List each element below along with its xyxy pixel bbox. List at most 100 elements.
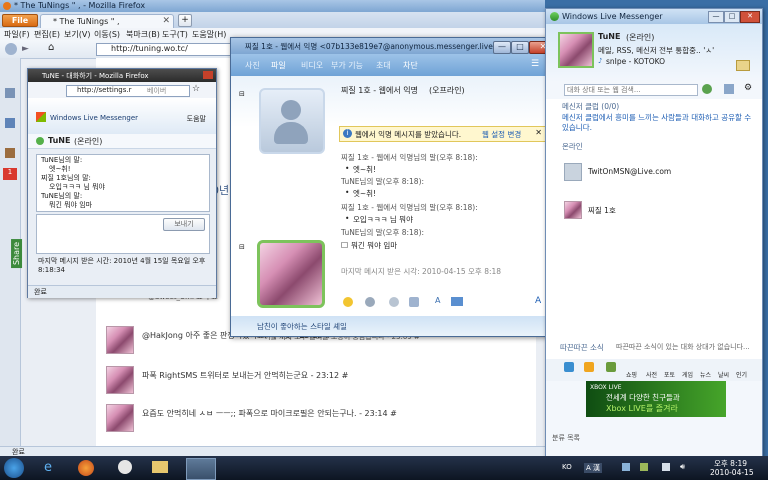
new-tab-button[interactable]: + (178, 14, 192, 27)
sidebar-icon[interactable] (5, 118, 15, 128)
menu-item[interactable]: 보기(V) (64, 29, 90, 40)
messenger-titlebar: Windows Live Messenger — □ ✕ (546, 9, 762, 24)
send-button[interactable]: 보내기 (163, 218, 205, 231)
volume-icon[interactable]: 🔊︎ (680, 462, 685, 472)
messenger-title: Windows Live Messenger (562, 12, 663, 21)
toolbar-item[interactable]: 사진 (245, 60, 260, 71)
tray-icon[interactable] (622, 463, 630, 471)
tab-close-icon[interactable]: ✕ (162, 16, 170, 26)
message-bullet: □ (341, 240, 349, 249)
dock-icon[interactable] (606, 362, 616, 372)
language-indicator[interactable]: KO (562, 463, 572, 471)
feed-avatar (106, 404, 134, 432)
popup-chat-log[interactable]: TuNE님의 말: 엣~취! 찌질 1호님의 말: 오입ㅋㅋㅋ 님 뭐야 TuN… (36, 154, 210, 212)
firefox-taskbar-icon[interactable] (78, 460, 94, 476)
popup-help[interactable]: 도움말 (187, 114, 206, 124)
popup-input[interactable]: 보내기 (36, 214, 210, 254)
font-style-icon[interactable]: A (535, 296, 541, 306)
collapse-icon[interactable]: ⊟ (239, 90, 245, 98)
music-icon: ♪ (598, 57, 603, 65)
popup-url-bar[interactable]: http://settings.r 베이버 (66, 85, 190, 97)
dock-icon[interactable] (584, 362, 594, 372)
group-desc: 메신저 클럽에서 흥미를 느끼는 사람들과 대화하고 공유할 수 있습니다. (562, 113, 752, 132)
toolbar-item[interactable]: 파일 (271, 60, 286, 71)
firefox-icon (3, 2, 11, 10)
group-label[interactable]: 메신저 클럽 (0/0) (562, 101, 619, 112)
collapse-icon[interactable]: ⊟ (239, 243, 245, 251)
messenger-taskbar-icon[interactable] (186, 458, 216, 480)
menu-item[interactable]: 파일(F) (4, 29, 30, 40)
messenger-maximize[interactable]: □ (724, 11, 740, 23)
bookmark-star-icon[interactable]: ☆ (192, 84, 200, 94)
browser-tab[interactable]: * The TuNings " , ✕ (40, 14, 174, 29)
dock-label: 게임 (682, 372, 694, 379)
mail-icon[interactable] (736, 60, 750, 71)
wlm-icon (550, 12, 559, 21)
messenger-user[interactable]: TuNE (598, 32, 620, 41)
ad-line2: Xbox LIVE를 즐겨라 (606, 404, 678, 413)
share-label[interactable]: Share (11, 238, 23, 269)
ie-icon[interactable]: e (44, 460, 52, 475)
wink-icon[interactable] (365, 297, 375, 307)
input-toolbar: A A (339, 296, 551, 310)
toolbar-item[interactable]: 비디오 (301, 60, 323, 71)
messenger-close[interactable]: ✕ (740, 11, 760, 23)
ime-indicator[interactable]: A 漢 (584, 463, 603, 473)
network-icon[interactable] (662, 463, 670, 471)
message-line: TuNE님의 말(오후 8:18): (341, 177, 425, 186)
chat-line: 뭐긴 뭐야 임마 (49, 201, 93, 209)
tray-icon[interactable] (640, 463, 648, 471)
layout-icon[interactable] (724, 84, 734, 94)
font-icon[interactable]: A (435, 296, 440, 305)
explorer-icon[interactable] (152, 461, 168, 473)
voice-clip-icon[interactable] (409, 297, 419, 307)
contact-name: 찌질 1호 (588, 206, 616, 215)
message-bullet: • (345, 214, 350, 223)
start-button[interactable] (4, 458, 24, 478)
home-icon[interactable]: ⌂ (48, 42, 54, 53)
online-label[interactable]: 온라인 (562, 141, 583, 152)
popup-url-suffix: 베이버 (147, 87, 167, 95)
contact-avatar (564, 163, 582, 181)
clock-date[interactable]: 2010-04-15 (710, 468, 754, 477)
popup-contact: TuNE (48, 136, 71, 145)
menu-item[interactable]: 도움말(H) (192, 29, 226, 40)
news-label[interactable]: 따끈따끈 소식 (560, 342, 604, 353)
footer-text: 남친이 좋아하는 스타일 셰일 (257, 322, 347, 331)
add-contact-icon[interactable] (702, 84, 712, 94)
user-silhouette-body (274, 122, 308, 144)
xbox-ad[interactable]: XBOX LIVE 전세계 다양한 친구들과 Xbox LIVE를 즐겨라 (586, 381, 726, 417)
menu-item[interactable]: 편집(E) (34, 29, 60, 40)
messenger-minimize[interactable]: — (708, 11, 724, 23)
sidebar-icon[interactable] (5, 148, 15, 158)
nudge-icon[interactable] (389, 297, 399, 307)
dock-icon[interactable] (564, 362, 574, 372)
feed-text: 요즘도 안먹히네 ㅅㅂ ㅡㅡ;; 파폭으로 마이크로필은 안되는구나. - 23… (142, 409, 397, 418)
file-menu-button[interactable]: File (2, 14, 38, 27)
user-avatar (257, 240, 325, 308)
background-icon[interactable] (451, 297, 463, 306)
contact-item[interactable]: 찌질 1호 (556, 199, 756, 221)
popup-close-icon[interactable] (203, 71, 213, 79)
messenger-avatar[interactable] (558, 32, 594, 68)
menu-item[interactable]: 이동(S) (94, 29, 120, 40)
popup-navbar: http://settings.r 베이버 ☆ (28, 82, 216, 98)
message-input[interactable] (339, 281, 549, 295)
sidebar-icon[interactable] (5, 88, 15, 98)
forward-icon[interactable]: ► (22, 44, 29, 54)
contact-item[interactable]: TwitOnMSN@Live.com (556, 161, 756, 183)
settings-icon[interactable]: ⚙ (744, 83, 752, 93)
ad-line1: 전세계 다양한 친구들과 (606, 393, 680, 402)
wlm-logo-text: Windows Live Messenger (50, 114, 139, 122)
messenger-user-msg[interactable]: 메일, RSS, 메신저 전부 통합중.. 'ㅅ' (598, 45, 714, 56)
taskbar: e KO A 漢 🔊︎ 오후 8:19 2010-04-15 (0, 456, 768, 480)
menu-item[interactable]: 도구(T) (162, 29, 188, 40)
contact-list[interactable]: 메신저 클럽 (0/0) 메신저 클럽에서 흥미를 느끼는 사람들과 대화하고 … (546, 99, 762, 359)
message-log[interactable]: 찌질 1호 - 웹에서 익명님의 말(오후 8:18): • 엣~취! TuNE… (341, 38, 551, 298)
skull-app-icon[interactable] (118, 460, 132, 474)
emoticon-icon[interactable] (343, 297, 353, 307)
menu-item[interactable]: 북마크(B) (126, 29, 160, 40)
search-input[interactable] (564, 84, 698, 96)
wlm-logo-icon (36, 112, 46, 122)
back-icon[interactable] (5, 43, 17, 55)
